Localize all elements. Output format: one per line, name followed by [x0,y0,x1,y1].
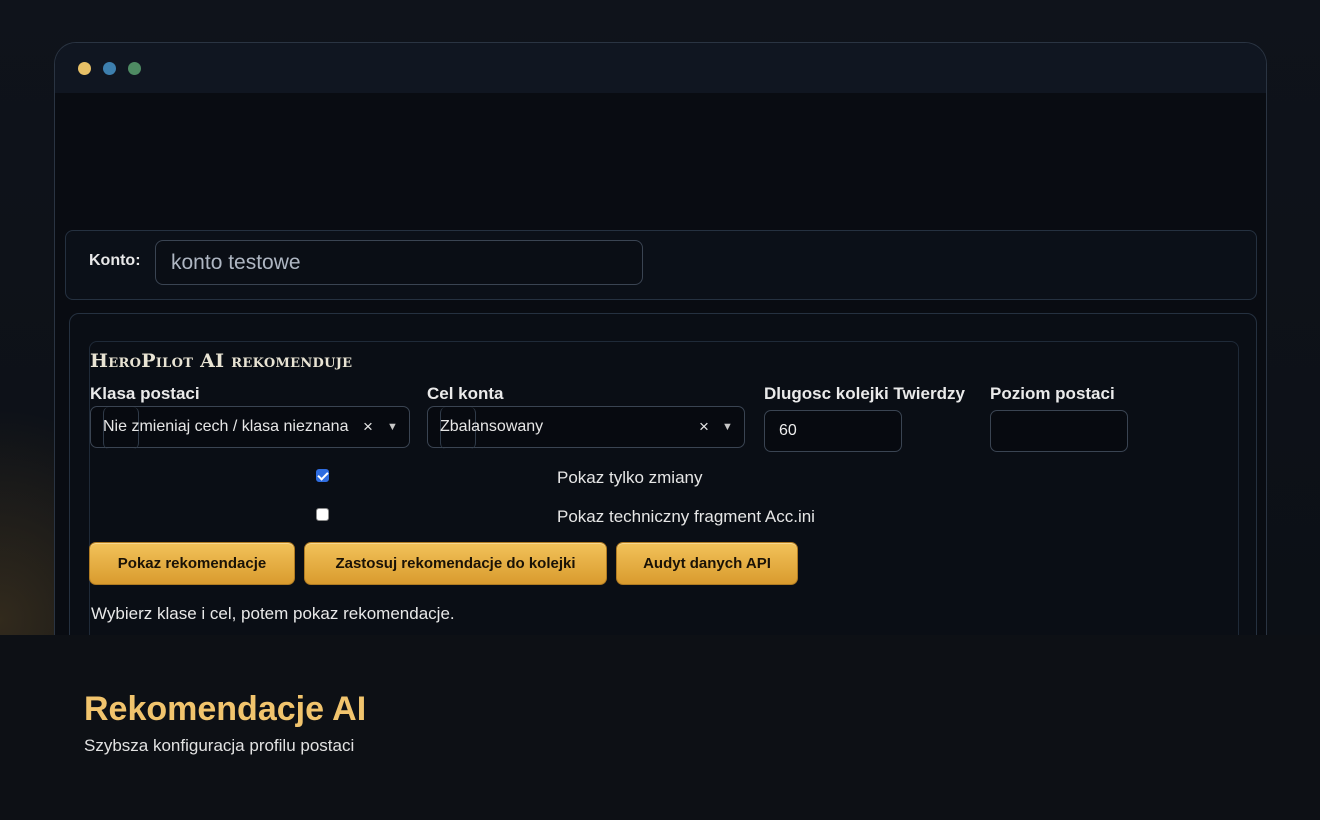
account-label: Konto: [89,252,141,269]
window-titlebar [55,43,1266,93]
tech-fragment-label: Pokaz techniczny fragment Acc.ini [557,507,815,526]
caption-title: Rekomendacje AI [84,690,367,728]
status-message: Wybierz klase i cel, potem pokaz rekomen… [91,604,455,623]
class-chevron-down-icon[interactable]: ▼ [387,421,398,433]
goal-clear-icon[interactable]: × [699,417,709,437]
only-changes-label: Pokaz tylko zmiany [557,468,703,487]
level-label: Poziom postaci [990,384,1115,403]
goal-select[interactable]: Zbalansowany × ▼ [427,406,745,449]
goal-label: Cel konta [427,384,504,403]
recommendation-panel: HeroPilot AI rekomenduje Klasa postaci C… [69,313,1257,642]
tech-fragment-checkbox[interactable] [316,508,329,521]
app-window: Konto: HeroPilot AI rekomenduje Klasa po… [54,42,1267,642]
class-select[interactable]: Nie zmieniaj cech / klasa nieznana × ▼ [90,406,410,449]
caption-area: Rekomendacje AI Szybsza konfiguracja pro… [0,635,1320,820]
level-input[interactable] [990,410,1128,452]
show-recommendations-button[interactable]: Pokaz rekomendacje [89,542,295,585]
class-select-value: Nie zmieniaj cech / klasa nieznana [103,418,349,435]
account-panel: Konto: [65,230,1257,300]
class-label: Klasa postaci [90,384,200,403]
window-dot-yellow-icon [78,61,91,75]
recommendation-title: HeroPilot AI rekomenduje [90,350,353,372]
window-dot-green-icon [128,61,141,75]
window-content: Konto: HeroPilot AI rekomenduje Klasa po… [55,93,1266,642]
only-changes-checkbox[interactable] [316,469,329,482]
goal-chevron-down-icon[interactable]: ▼ [722,421,733,433]
goal-select-value: Zbalansowany [440,418,544,435]
caption-subtitle: Szybsza konfiguracja profilu postaci [84,736,355,755]
queue-length-label: Dlugosc kolejki Twierdzy [764,384,965,403]
window-dot-blue-icon [103,61,116,75]
apply-recommendations-button[interactable]: Zastosuj rekomendacje do kolejki [304,542,607,585]
account-input[interactable] [155,240,643,285]
api-audit-button[interactable]: Audyt danych API [616,542,798,585]
queue-length-input[interactable] [764,410,902,452]
class-clear-icon[interactable]: × [363,417,373,437]
